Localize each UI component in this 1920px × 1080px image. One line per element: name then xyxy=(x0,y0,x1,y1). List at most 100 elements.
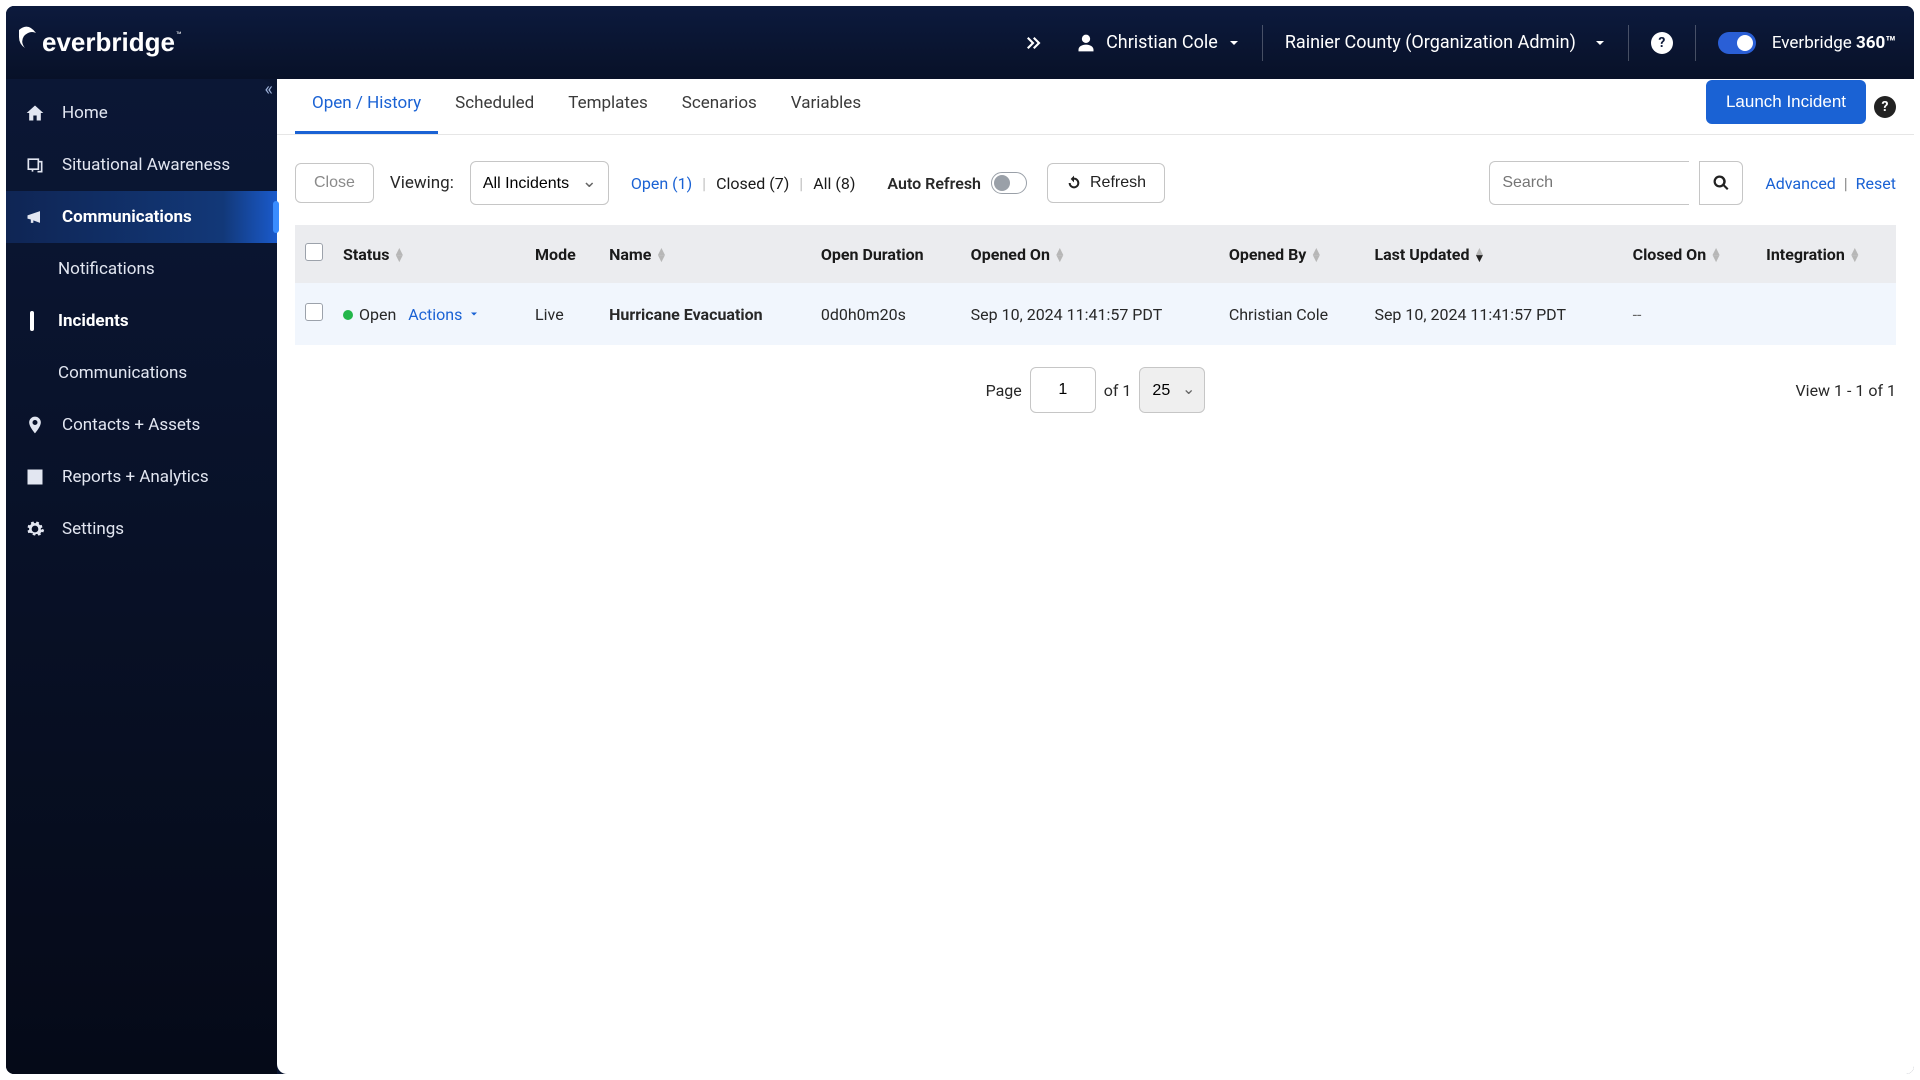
table-row[interactable]: Open Actions Live Hurricane Evacuation 0… xyxy=(295,283,1896,345)
col-integration[interactable]: Integration▲▼ xyxy=(1756,225,1896,283)
sidebar-item-label: Contacts + Assets xyxy=(62,415,200,435)
mode-toggle-group: Everbridge 360™ xyxy=(1718,32,1896,54)
status-text: Open xyxy=(359,305,396,324)
sidebar-item-reports-analytics[interactable]: Reports + Analytics xyxy=(6,451,277,503)
sidebar-subitem-notifications[interactable]: Notifications xyxy=(6,243,277,295)
view-range: View 1 - 1 of 1 xyxy=(1795,381,1896,400)
sidebar-item-settings[interactable]: Settings xyxy=(6,503,277,555)
auto-refresh-toggle[interactable] xyxy=(991,172,1027,194)
cell-open-duration: 0d0h0m20s xyxy=(811,283,961,345)
filter-closed[interactable]: Closed (7) xyxy=(716,174,789,193)
filter-open[interactable]: Open (1) xyxy=(631,174,692,193)
main-content: Open / History Scheduled Templates Scena… xyxy=(277,79,1914,1074)
cell-opened-by: Christian Cole xyxy=(1219,283,1365,345)
sidebar-item-home[interactable]: Home xyxy=(6,87,277,139)
filter-all[interactable]: All (8) xyxy=(813,174,855,193)
advanced-link[interactable]: Advanced xyxy=(1765,174,1836,193)
button-label: Launch Incident xyxy=(1726,92,1846,111)
sidebar-item-label: Notifications xyxy=(58,259,155,279)
help-icon: ? xyxy=(1651,32,1673,54)
sidebar-item-label: Communications xyxy=(62,207,192,227)
col-status[interactable]: Status▲▼ xyxy=(333,225,525,283)
sidebar-item-label: Home xyxy=(62,103,108,123)
user-icon xyxy=(1076,33,1096,53)
chart-icon xyxy=(24,467,46,487)
sidebar-item-label: Communications xyxy=(58,363,187,383)
tab-templates[interactable]: Templates xyxy=(551,75,665,134)
cell-opened-on: Sep 10, 2024 11:41:57 PDT xyxy=(961,283,1219,345)
page-label: Page xyxy=(986,381,1022,400)
status-dot-icon xyxy=(343,310,353,320)
select-all-checkbox[interactable] xyxy=(305,243,323,261)
refresh-button[interactable]: Refresh xyxy=(1047,163,1165,203)
sidebar-item-communications[interactable]: Communications xyxy=(6,191,277,243)
sidebar-item-label: Reports + Analytics xyxy=(62,467,209,487)
sidebar-item-label: Incidents xyxy=(58,311,129,331)
search-icon xyxy=(1712,174,1730,192)
sidebar-item-label: Settings xyxy=(62,519,124,539)
pagination: Page of 1 25 View 1 - 1 of 1 xyxy=(277,345,1914,435)
expand-panel-button[interactable] xyxy=(1024,34,1042,52)
tab-label: Scenarios xyxy=(682,93,757,113)
cell-mode: Live xyxy=(525,283,599,345)
viewing-select[interactable]: All Incidents xyxy=(470,161,609,205)
tab-label: Variables xyxy=(791,93,861,113)
col-closed-on[interactable]: Closed On▲▼ xyxy=(1623,225,1757,283)
pagesize-select[interactable]: 25 xyxy=(1139,367,1205,413)
sidebar-subitem-incidents[interactable]: Incidents xyxy=(6,295,277,347)
col-name[interactable]: Name▲▼ xyxy=(599,225,811,283)
gear-icon xyxy=(24,519,46,539)
brand-toggle[interactable] xyxy=(1718,32,1756,54)
home-icon xyxy=(24,103,46,123)
sidebar-subitem-communications[interactable]: Communications xyxy=(6,347,277,399)
col-open-duration[interactable]: Open Duration xyxy=(811,225,961,283)
user-name: Christian Cole xyxy=(1106,32,1218,53)
col-last-updated[interactable]: Last Updated▲▼ xyxy=(1364,225,1622,283)
tab-scheduled[interactable]: Scheduled xyxy=(438,75,551,134)
user-menu[interactable]: Christian Cole xyxy=(1076,32,1240,53)
sidebar: « Home Situational Awareness Communicati… xyxy=(6,79,277,1074)
cell-last-updated: Sep 10, 2024 11:41:57 PDT xyxy=(1364,283,1622,345)
tab-open-history[interactable]: Open / History xyxy=(295,75,438,134)
advanced-reset: Advanced | Reset xyxy=(1765,174,1896,193)
tab-variables[interactable]: Variables xyxy=(774,75,878,134)
reset-link[interactable]: Reset xyxy=(1856,174,1896,193)
row-actions-menu[interactable]: Actions xyxy=(408,305,480,324)
sidebar-collapse-button[interactable]: « xyxy=(265,79,273,100)
search-button[interactable] xyxy=(1699,161,1743,205)
everbridge-logo-icon: everbridge ™ xyxy=(16,24,191,62)
page-input[interactable] xyxy=(1030,367,1096,413)
tab-scenarios[interactable]: Scenarios xyxy=(665,75,774,134)
col-opened-by[interactable]: Opened By▲▼ xyxy=(1219,225,1365,283)
tab-label: Scheduled xyxy=(455,93,534,113)
row-checkbox[interactable] xyxy=(305,303,323,321)
cell-closed-on: -- xyxy=(1623,283,1757,345)
chevron-down-icon xyxy=(468,308,480,320)
incidents-table: Status▲▼ Mode Name▲▼ Open Duration Opene… xyxy=(277,225,1914,345)
button-label: Refresh xyxy=(1090,174,1146,192)
tab-label: Templates xyxy=(568,93,648,113)
sidebar-item-contacts-assets[interactable]: Contacts + Assets xyxy=(6,399,277,451)
cell-integration xyxy=(1756,283,1896,345)
refresh-icon xyxy=(1066,175,1082,191)
cell-name[interactable]: Hurricane Evacuation xyxy=(599,283,811,345)
search-input[interactable] xyxy=(1489,161,1689,205)
megaphone-icon xyxy=(24,207,46,227)
toolbar: Close Viewing: All Incidents Open (1) | … xyxy=(277,135,1914,225)
tab-label: Open / History xyxy=(312,93,421,113)
status-filter-links: Open (1) | Closed (7) | All (8) xyxy=(631,174,856,193)
page-help-button[interactable]: ? xyxy=(1874,96,1896,118)
launch-incident-button[interactable]: Launch Incident xyxy=(1706,80,1866,124)
help-button[interactable]: ? xyxy=(1651,32,1673,54)
col-mode[interactable]: Mode xyxy=(525,225,599,283)
svg-text:™: ™ xyxy=(176,31,182,41)
viewing-label: Viewing: xyxy=(390,173,454,193)
pin-icon xyxy=(24,415,46,435)
sidebar-item-situational-awareness[interactable]: Situational Awareness xyxy=(6,139,277,191)
org-menu[interactable]: Rainier County (Organization Admin) xyxy=(1285,32,1606,53)
close-button[interactable]: Close xyxy=(295,163,374,203)
awareness-icon xyxy=(24,155,46,175)
auto-refresh-group: Auto Refresh xyxy=(887,172,1027,194)
col-opened-on[interactable]: Opened On▲▼ xyxy=(961,225,1219,283)
caret-down-icon xyxy=(1228,37,1240,49)
